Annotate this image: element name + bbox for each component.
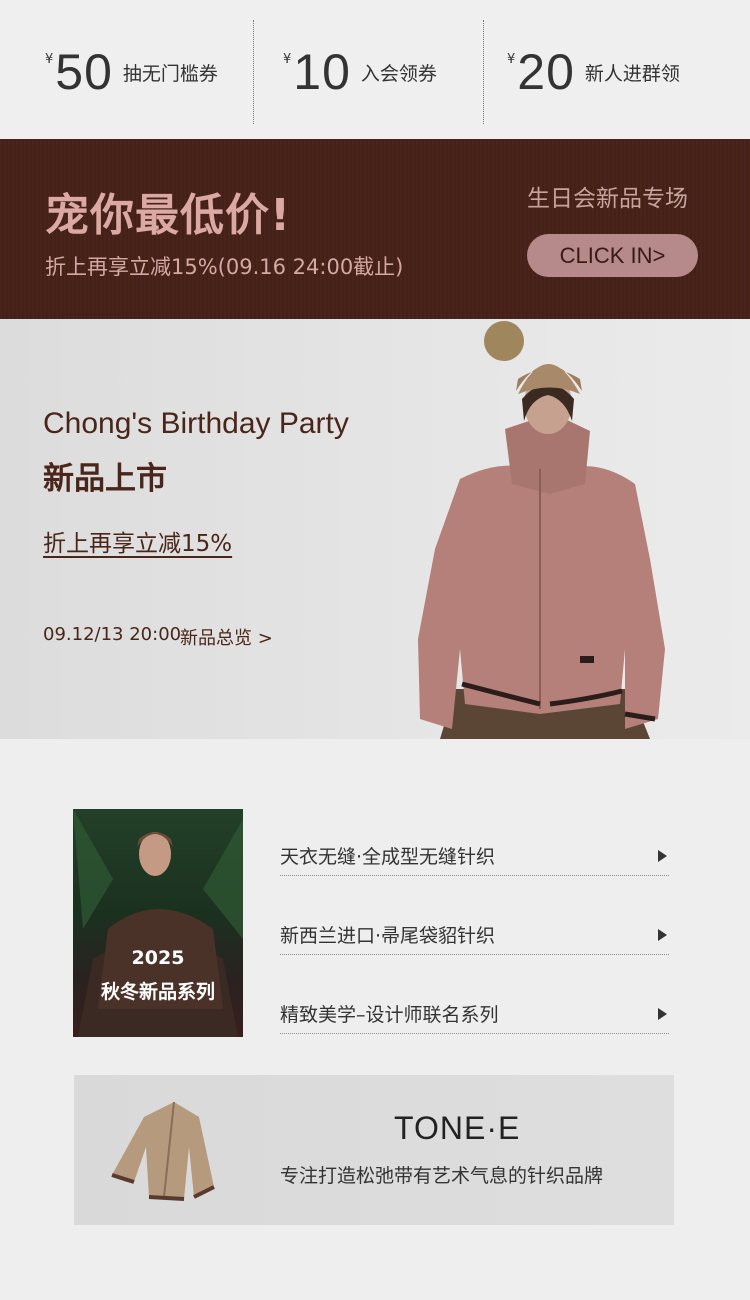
hero-title-cn: 新品上市 xyxy=(43,461,167,497)
hero-banner[interactable]: Chong's Birthday Party 新品上市 折上再享立减15% 09… xyxy=(0,319,750,739)
hero-discount: 折上再享立减15% xyxy=(43,531,233,557)
cardigan-photo xyxy=(111,1101,215,1201)
triangle-right-icon xyxy=(658,928,667,941)
thumb-collection-name: 秋冬新品系列 xyxy=(100,981,215,1003)
series-item-seamless[interactable]: 天衣无缝·全成型无缝针织 xyxy=(280,836,669,876)
hero-title-en: Chong's Birthday Party xyxy=(43,407,349,440)
promo-title: 宠你最低价! xyxy=(45,190,292,241)
coupon-amount: 20 xyxy=(517,44,575,100)
series-thumbnail[interactable]: 2025 秋冬新品系列 xyxy=(73,809,243,1037)
coupon-label: 抽无门槛券 xyxy=(122,62,218,85)
coupon-20[interactable]: ¥ 20 新人进群领 xyxy=(507,20,680,124)
series-item-designer[interactable]: 精致美学–设计师联名系列 xyxy=(280,994,669,1034)
hero-date: 09.12/13 20:00 xyxy=(43,624,182,645)
currency-symbol: ¥ xyxy=(45,52,54,67)
brand-card[interactable]: TONE·E 专注打造松弛带有艺术气息的针织品牌 xyxy=(74,1075,674,1225)
brand-description: 专注打造松弛带有艺术气息的针织品牌 xyxy=(280,1165,604,1187)
coupon-10[interactable]: ¥ 10 入会领券 xyxy=(283,20,437,124)
coupon-50[interactable]: ¥ 50 抽无门槛券 xyxy=(45,20,218,124)
triangle-right-icon xyxy=(658,849,667,862)
promo-subtitle: 折上再享立减15%(09.16 24:00截止) xyxy=(45,255,404,279)
thumb-year: 2025 xyxy=(131,947,185,969)
currency-symbol: ¥ xyxy=(283,52,292,67)
coupon-amount: 10 xyxy=(293,44,351,100)
model-photo xyxy=(418,321,665,739)
currency-symbol: ¥ xyxy=(507,52,516,67)
series-item-label: 天衣无缝·全成型无缝针织 xyxy=(280,846,496,868)
coupon-bar: ¥ 50 抽无门槛券 ¥ 10 入会领券 ¥ 20 新人进群领 xyxy=(0,0,750,139)
coupon-label: 入会领券 xyxy=(360,62,437,85)
brand-name: TONE·E xyxy=(394,1110,521,1146)
series-item-possum[interactable]: 新西兰进口·帚尾袋貂针织 xyxy=(280,915,669,955)
promo-right-title: 生日会新品专场 xyxy=(527,186,688,212)
series-item-label: 精致美学–设计师联名系列 xyxy=(280,1004,499,1026)
coupon-amount: 50 xyxy=(55,44,113,100)
click-in-button[interactable]: CLICK IN> xyxy=(527,234,698,277)
series-item-label: 新西兰进口·帚尾袋貂针织 xyxy=(280,925,496,947)
triangle-right-icon xyxy=(658,1007,667,1020)
coupon-label: 新人进群领 xyxy=(584,62,680,85)
promo-banner[interactable]: 宠你最低价! 折上再享立减15%(09.16 24:00截止) 生日会新品专场 … xyxy=(0,139,750,319)
divider xyxy=(483,20,484,124)
divider xyxy=(253,20,254,124)
new-arrivals-link[interactable]: 新品总览 > xyxy=(180,624,273,650)
